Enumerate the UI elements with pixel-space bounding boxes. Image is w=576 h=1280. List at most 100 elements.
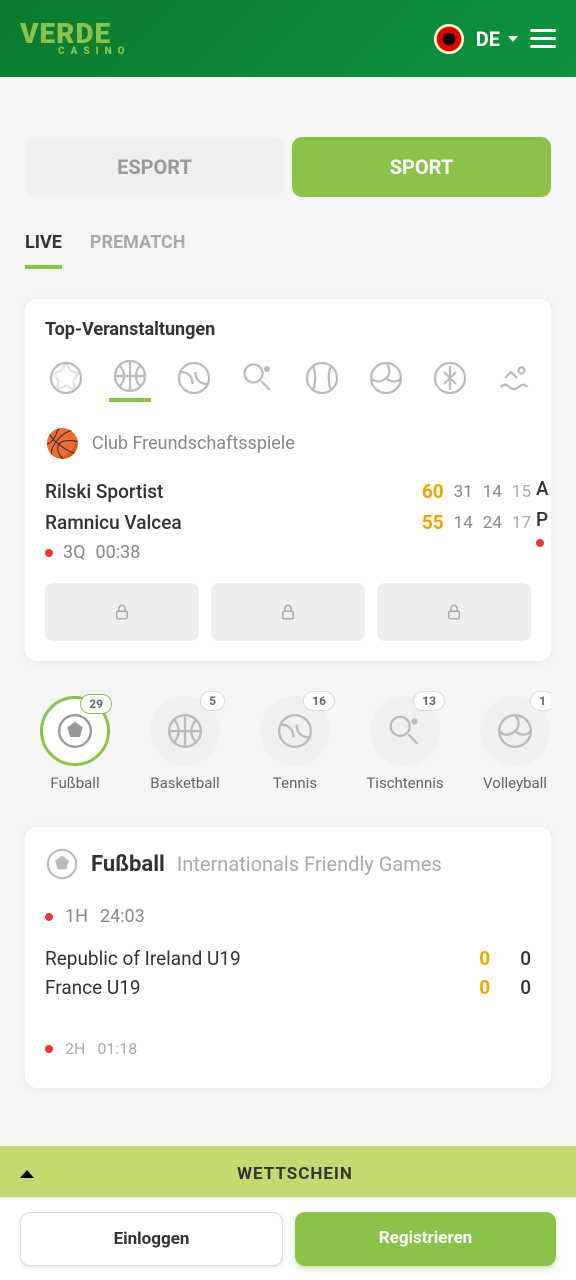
half-text: 1H <box>65 906 88 927</box>
match2-scores2: 0 0 <box>479 976 531 999</box>
league-row: 🏀 Club Freundschaftsspiele <box>45 427 531 460</box>
login-button[interactable]: Einloggen <box>20 1212 283 1266</box>
odds-row <box>45 583 531 641</box>
sport-cat-basketball[interactable]: 5 Basketball <box>140 696 230 792</box>
app-header: VERDE CASINO DE <box>0 0 576 77</box>
match2-team1-row: Republic of Ireland U19 0 0 <box>45 947 531 970</box>
count-badge: 29 <box>80 694 112 714</box>
cat-label: Volleyball <box>483 774 547 792</box>
logo-sub: CASINO <box>58 46 131 57</box>
sport-cat-volleyball[interactable]: 1 Volleyball <box>470 696 551 792</box>
featured-match: 🏀 Club Freundschaftsspiele Rilski Sporti… <box>45 427 531 641</box>
team1-row: Rilski Sportist 60 31 14 15 <box>45 480 531 503</box>
hidden-period: 2H <box>65 1039 85 1058</box>
match-status: 3Q 00:38 <box>45 542 531 563</box>
volleyball-icon[interactable] <box>365 360 407 402</box>
tennis-icon[interactable] <box>173 360 215 402</box>
flag-icon <box>434 24 464 54</box>
swimming-icon[interactable] <box>493 360 531 402</box>
header-right: DE <box>434 24 556 54</box>
sport-cat-tabletennis[interactable]: 13 Tischtennis <box>360 696 450 792</box>
league-name: Club Freundschaftsspiele <box>92 433 295 454</box>
logo-main: VERDE <box>20 20 131 48</box>
tab-prematch[interactable]: PREMATCH <box>90 232 186 269</box>
betslip-label: WETTSCHEIN <box>34 1164 556 1184</box>
team2-total: 55 <box>422 511 444 534</box>
top-events-card: Top-Veranstaltungen 🏀 Club Freundschafts… <box>25 299 551 661</box>
sport-cat-football[interactable]: 29 Fußball <box>30 696 120 792</box>
sport-categories: 29 Fußball 5 Basketball 16 Tennis 13 Tis… <box>25 691 551 797</box>
lock-icon <box>113 603 131 621</box>
basketball-emoji-icon: 🏀 <box>45 427 80 460</box>
language-selector[interactable]: DE <box>476 27 518 51</box>
count-badge: 5 <box>200 691 225 711</box>
lock-icon <box>279 603 297 621</box>
sport-icon-row <box>45 360 531 402</box>
team1-name: Rilski Sportist <box>45 480 163 503</box>
tab-live[interactable]: LIVE <box>25 232 62 269</box>
logo[interactable]: VERDE CASINO <box>20 20 131 57</box>
count-badge: 13 <box>413 691 445 711</box>
match2-scores1: 0 0 <box>479 947 531 970</box>
odds-box-2[interactable] <box>211 583 365 641</box>
team2-q2: 24 <box>483 513 502 533</box>
top-events-title: Top-Veranstaltungen <box>45 319 531 340</box>
live-dot-icon <box>45 913 53 921</box>
score-main: 0 <box>479 976 490 999</box>
team2-scores: 55 14 24 17 <box>422 511 531 534</box>
team1-q2: 14 <box>483 482 502 502</box>
score-sub: 0 <box>520 976 531 999</box>
cat-label: Basketball <box>150 774 219 792</box>
team2-row: Ramnicu Valcea 55 14 24 17 <box>45 511 531 534</box>
league-header: Fußball Internationals Friendly Games <box>45 847 531 881</box>
time-text: 00:38 <box>96 542 141 563</box>
live-dot-icon <box>45 1045 53 1053</box>
menu-icon[interactable] <box>530 29 556 48</box>
period-text: 3Q <box>63 542 86 563</box>
main-content: ESPORT SPORT LIVE PREMATCH Top-Veranstal… <box>0 137 576 1088</box>
sub-tabs: LIVE PREMATCH <box>25 232 551 269</box>
peek-team2: P <box>536 508 548 531</box>
team2-name: Ramnicu Valcea <box>45 511 182 534</box>
peek-team1: A <box>536 477 549 500</box>
team1-scores: 60 31 14 15 <box>422 480 531 503</box>
lock-icon <box>445 603 463 621</box>
football-card: Fußball Internationals Friendly Games 1H… <box>25 827 551 1088</box>
baseball-icon[interactable] <box>301 360 343 402</box>
team2-q1: 14 <box>454 513 473 533</box>
count-badge: 1 <box>530 691 551 711</box>
league-detail: Internationals Friendly Games <box>177 852 442 876</box>
live-dot-icon <box>45 549 53 557</box>
handball-icon[interactable] <box>429 360 471 402</box>
register-button[interactable]: Registrieren <box>295 1212 556 1266</box>
sport-cat-tennis[interactable]: 16 Tennis <box>250 696 340 792</box>
betslip-bar[interactable]: WETTSCHEIN <box>0 1146 576 1202</box>
match2-team1: Republic of Ireland U19 <box>45 947 241 970</box>
soccer-icon <box>45 847 79 881</box>
basketball-icon[interactable] <box>109 360 151 402</box>
tab-sport[interactable]: SPORT <box>292 137 551 197</box>
odds-box-1[interactable] <box>45 583 199 641</box>
hidden-match-peek: 2H 01:18 <box>45 1029 531 1068</box>
main-tabs: ESPORT SPORT <box>25 137 551 197</box>
cat-label: Tischtennis <box>366 774 443 792</box>
count-badge: 16 <box>303 691 335 711</box>
next-match-peek: A P <box>536 427 551 567</box>
live-dot-icon <box>536 539 544 547</box>
score-main: 0 <box>479 947 490 970</box>
tabletennis-icon[interactable] <box>237 360 279 402</box>
chevron-down-icon <box>508 36 518 42</box>
bottom-bar: Einloggen Registrieren <box>0 1197 576 1280</box>
hidden-time: 01:18 <box>97 1039 137 1058</box>
odds-box-3[interactable] <box>377 583 531 641</box>
lang-code: DE <box>476 27 500 51</box>
time-text: 24:03 <box>100 906 145 927</box>
chevron-up-icon <box>20 1170 34 1178</box>
team1-total: 60 <box>422 480 444 503</box>
soccer-icon[interactable] <box>45 360 87 402</box>
cat-label: Tennis <box>273 774 317 792</box>
tab-esport[interactable]: ESPORT <box>25 137 284 197</box>
team1-q3: 15 <box>512 482 531 502</box>
match2-team2: France U19 <box>45 976 141 999</box>
cat-label: Fußball <box>50 774 99 792</box>
